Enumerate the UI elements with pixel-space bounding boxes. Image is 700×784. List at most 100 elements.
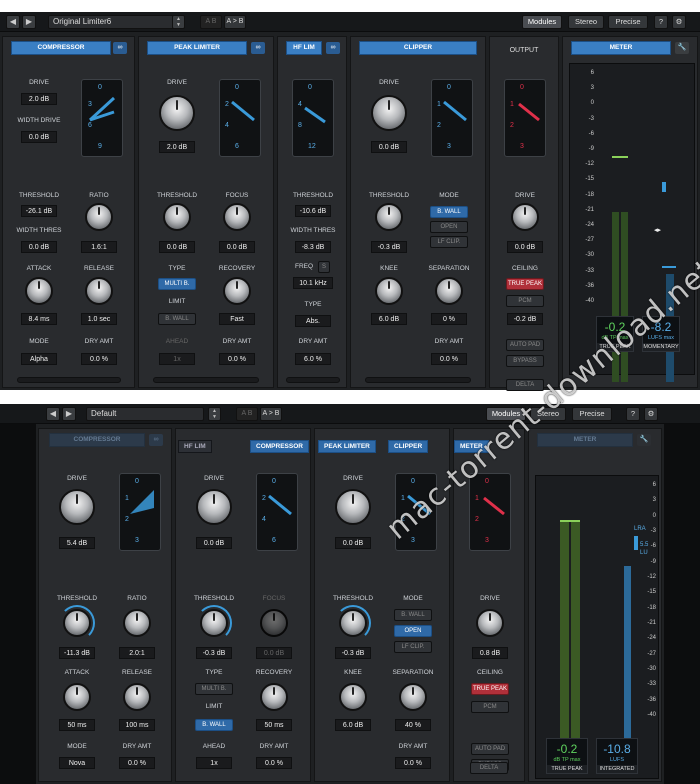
help-button[interactable]: ?	[654, 15, 668, 29]
hf-freq-s-button[interactable]: S	[318, 261, 330, 273]
peak-focus-value[interactable]: 0.0 dB	[256, 647, 292, 659]
comp-release-value[interactable]: 1.0 sec	[81, 313, 117, 325]
chain-clipper[interactable]: CLIPPER	[388, 440, 429, 453]
comp-mode-value[interactable]: Nova	[59, 757, 95, 769]
peak-recovery-value[interactable]: Fast	[219, 313, 255, 325]
clip-scrollbar[interactable]	[365, 377, 471, 383]
comp-width-drive-value[interactable]: 0.0 dB	[21, 131, 57, 143]
hf-scrollbar[interactable]	[286, 377, 340, 383]
clip-knee-value[interactable]: 6.0 dB	[335, 719, 371, 731]
comp-threshold-knob[interactable]	[63, 609, 91, 637]
out-ceiling-value[interactable]: -0.2 dB	[507, 313, 543, 325]
peak-limit-button[interactable]: B. WALL	[195, 719, 233, 731]
clip-knee-knob[interactable]	[339, 683, 367, 711]
peak-recovery-value[interactable]: 50 ms	[256, 719, 292, 731]
chain-peak-limiter[interactable]: PEAK LIMITER	[318, 440, 376, 453]
peak-threshold-value[interactable]: 0.0 dB	[159, 241, 195, 253]
peak-ahead-value[interactable]: 1x	[159, 353, 195, 365]
out-pcm-button[interactable]: PCM	[471, 701, 509, 713]
clip-knee-knob[interactable]	[375, 277, 403, 305]
wrench-icon[interactable]: 🔧	[637, 434, 651, 446]
ab-toggle[interactable]: A B	[200, 15, 222, 29]
clip-mode-open[interactable]: OPEN	[430, 221, 468, 233]
peak-recovery-knob[interactable]	[260, 683, 288, 711]
out-drive-value[interactable]: 0.8 dB	[472, 647, 508, 659]
clip-sep-knob[interactable]	[435, 277, 463, 305]
out-auto-pad-button[interactable]: AUTO PAD	[506, 339, 544, 351]
comp-ratio-knob[interactable]	[85, 203, 113, 231]
comp-ratio-value[interactable]: 1.6:1	[81, 241, 117, 253]
link-icon[interactable]: ∞	[149, 434, 163, 446]
peak-focus-knob[interactable]	[223, 203, 251, 231]
clip-mode-open[interactable]: OPEN	[394, 625, 432, 637]
clip-drive-value[interactable]: 0.0 dB	[371, 141, 407, 153]
peak-limiter-header[interactable]: PEAK LIMITER	[147, 41, 247, 55]
peak-scrollbar[interactable]	[153, 377, 259, 383]
peak-drive-value[interactable]: 2.0 dB	[159, 141, 195, 153]
comp-dry-value[interactable]: 0.0 %	[81, 353, 117, 365]
link-icon[interactable]: ∞	[251, 42, 265, 54]
out-drive-knob[interactable]	[476, 609, 504, 637]
out-auto-pad-button[interactable]: AUTO PAD	[471, 743, 509, 755]
preset-spinner[interactable]: ▲ ▼	[172, 15, 185, 29]
comp-release-knob[interactable]	[85, 277, 113, 305]
meter-header[interactable]: METER	[537, 433, 633, 447]
clip-sep-value[interactable]: 40 %	[395, 719, 431, 731]
comp-attack-value[interactable]: 8.4 ms	[21, 313, 57, 325]
peak-limit-button[interactable]: B. WALL	[158, 313, 196, 325]
peak-ahead-value[interactable]: 1x	[196, 757, 232, 769]
comp-attack-knob[interactable]	[25, 277, 53, 305]
gear-icon[interactable]: ⚙	[672, 15, 686, 29]
comp-scrollbar[interactable]	[17, 377, 121, 383]
peak-type-button[interactable]: MULTI B.	[158, 278, 196, 290]
wrench-icon[interactable]: 🔧	[675, 42, 689, 54]
stereo-button[interactable]: Stereo	[568, 15, 604, 29]
hf-lim-header[interactable]: HF LIM	[286, 41, 322, 55]
clip-mode-lfclip[interactable]: LF CLIP.	[430, 236, 468, 248]
comp-mode-value[interactable]: Alpha	[21, 353, 57, 365]
gear-icon[interactable]: ⚙	[644, 407, 658, 421]
meter-header[interactable]: METER	[571, 41, 671, 55]
clip-threshold-knob[interactable]	[339, 609, 367, 637]
out-drive-value[interactable]: 0.0 dB	[507, 241, 543, 253]
preset-name[interactable]: Default	[86, 407, 204, 421]
comp-drive-knob[interactable]	[59, 489, 95, 525]
peak-drive-knob[interactable]	[159, 95, 195, 131]
out-pcm-button[interactable]: PCM	[506, 295, 544, 307]
clip-drive-knob[interactable]	[335, 489, 371, 525]
next-preset-button[interactable]: ▶	[22, 15, 36, 29]
comp-threshold-value[interactable]: -11.3 dB	[59, 647, 95, 659]
peak-drive-value[interactable]: 0.0 dB	[196, 537, 232, 549]
clip-threshold-value[interactable]: -0.3 dB	[335, 647, 371, 659]
peak-type-button[interactable]: MULTI B.	[195, 683, 233, 695]
precise-button[interactable]: Precise	[608, 15, 648, 29]
prev-preset-button[interactable]: ◀	[6, 15, 20, 29]
a-to-b-button[interactable]: A > B	[224, 15, 246, 29]
peak-threshold-knob[interactable]	[200, 609, 228, 637]
clip-mode-lfclip[interactable]: LF CLIP.	[394, 641, 432, 653]
comp-threshold-value[interactable]: -26.1 dB	[21, 205, 57, 217]
preset-spinner[interactable]: ▲ ▼	[208, 407, 221, 421]
comp-width-thres-value[interactable]: 0.0 dB	[21, 241, 57, 253]
next-preset-button[interactable]: ▶	[62, 407, 76, 421]
clip-sep-value[interactable]: 0 %	[431, 313, 467, 325]
peak-recovery-knob[interactable]	[223, 277, 251, 305]
prev-preset-button[interactable]: ◀	[46, 407, 60, 421]
out-true-peak-button[interactable]: TRUE PEAK	[506, 278, 544, 290]
comp-ratio-value[interactable]: 2.0:1	[119, 647, 155, 659]
out-delta-button[interactable]: DELTA	[470, 762, 508, 774]
a-to-b-button[interactable]: A > B	[260, 407, 282, 421]
hf-dry-value[interactable]: 6.0 %	[295, 353, 331, 365]
clip-threshold-knob[interactable]	[375, 203, 403, 231]
chain-compressor[interactable]: COMPRESSOR	[250, 440, 309, 453]
out-drive-knob[interactable]	[511, 203, 539, 231]
hf-freq-value[interactable]: 10.1 kHz	[293, 277, 333, 289]
comp-drive-value[interactable]: 2.0 dB	[21, 93, 57, 105]
peak-threshold-value[interactable]: -0.3 dB	[196, 647, 232, 659]
comp-drive-value[interactable]: 5.4 dB	[59, 537, 95, 549]
comp-attack-knob[interactable]	[63, 683, 91, 711]
hf-threshold-value[interactable]: -10.6 dB	[295, 205, 331, 217]
peak-dry-value[interactable]: 0.0 %	[219, 353, 255, 365]
clip-mode-bwall[interactable]: B. WALL	[430, 206, 468, 218]
hf-type-value[interactable]: Abs.	[295, 315, 331, 327]
